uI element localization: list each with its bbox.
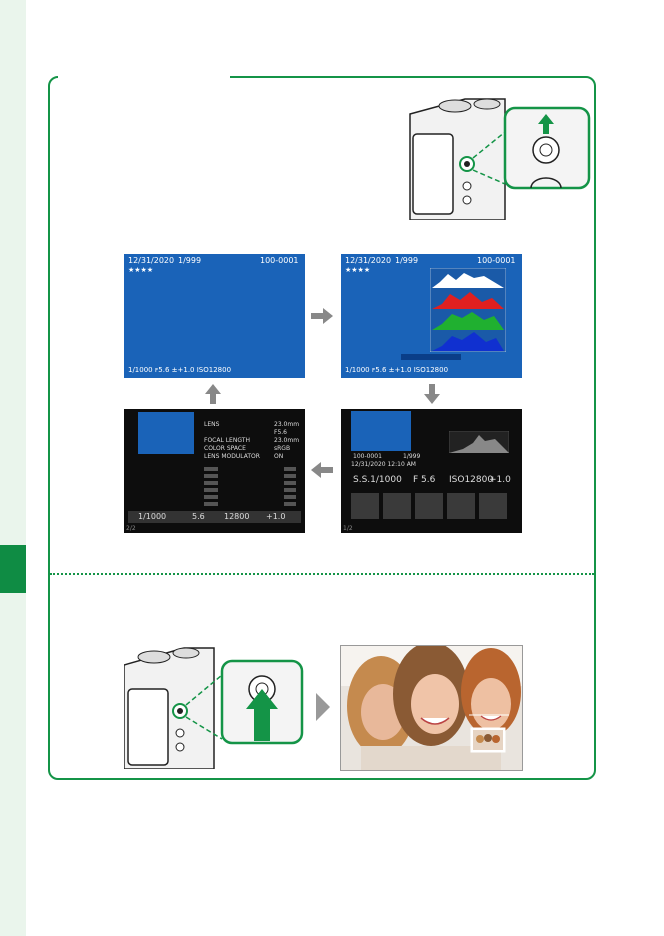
highlight-warning-bar	[401, 354, 461, 360]
file-number: 100-0001	[477, 256, 516, 265]
arrow-up-icon	[205, 384, 221, 404]
file-number: 100-0001	[260, 256, 299, 265]
arrow-left-icon	[311, 462, 333, 478]
chapter-tab	[0, 545, 26, 593]
setting-bars-right	[284, 467, 296, 507]
shutter-speed: S.S.1/1000	[353, 475, 402, 485]
section-divider	[50, 573, 594, 575]
rating-stars: ★★★★	[345, 266, 371, 274]
thumbnail	[138, 412, 194, 454]
histogram	[449, 431, 509, 453]
page-indicator: 1/2	[343, 525, 353, 532]
info-value: 23.0mm	[274, 421, 300, 428]
camera-illustration-bottom	[124, 647, 330, 769]
info-value: sRGB	[274, 445, 291, 452]
info-value: 23.0mm	[274, 437, 300, 444]
info-label-modulator: LENS MODULATOR	[204, 453, 260, 460]
setting-bars-left	[204, 467, 218, 507]
iso: ISO12800	[449, 475, 494, 485]
info-value: F5.6	[274, 429, 287, 436]
exposure-comp: +1.0	[266, 512, 286, 521]
info-label-focal: FOCAL LENGTH	[204, 437, 250, 444]
shutter-speed: 1/1000	[138, 512, 167, 521]
exposure-comp: +1.0	[489, 475, 511, 485]
side-strip	[0, 0, 26, 936]
page-indicator: 2/2	[126, 525, 136, 532]
settings-grid	[351, 493, 511, 519]
file-number: 100-0001	[353, 453, 382, 460]
iso: 12800	[224, 512, 250, 521]
rating-stars: ★★★★	[128, 266, 154, 274]
camera-illustration-top	[409, 98, 591, 220]
date-label: 12/31/2020	[345, 256, 392, 265]
info-label-lens: LENS	[204, 421, 220, 428]
arrow-right-icon	[311, 308, 333, 324]
aperture: F 5.6	[413, 475, 436, 485]
rgb-histograms	[430, 268, 506, 352]
status-bar: 1/1000 ꜰ5.6 ±+1.0 ISO12800	[345, 366, 449, 374]
info-label-color: COLOR SPACE	[204, 445, 246, 452]
status-bar: 1/1000 ꜰ5.6 ±+1.0 ISO12800	[128, 366, 232, 374]
arrow-down-icon	[424, 384, 440, 404]
playback-screen-info-page1: 100-0001 1/999 12/31/2020 12:10 AM S.S.1…	[341, 409, 522, 533]
frame-heading-gap	[58, 70, 230, 84]
date-label: 12/31/2020	[128, 256, 175, 265]
thumbnail	[351, 411, 411, 451]
playback-screen-basic: 12/31/2020 1/999 100-0001 ★★★★ 1/1000 ꜰ5…	[124, 254, 305, 378]
playback-screen-info-page2: LENS FOCAL LENGTH COLOR SPACE LENS MODUL…	[124, 409, 305, 533]
portrait-photo	[341, 646, 522, 770]
info-value: ON	[274, 453, 284, 460]
frame-counter: 1/999	[178, 256, 202, 265]
frame-counter: 1/999	[395, 256, 419, 265]
date-time: 12/31/2020 12:10 AM	[351, 461, 416, 468]
frame-counter: 1/999	[403, 453, 421, 460]
zoomed-playback-photo	[340, 645, 523, 771]
aperture: 5.6	[192, 512, 205, 521]
playback-screen-histogram: 12/31/2020 1/999 100-0001 ★★★★ 1/1000 ꜰ5…	[341, 254, 522, 378]
